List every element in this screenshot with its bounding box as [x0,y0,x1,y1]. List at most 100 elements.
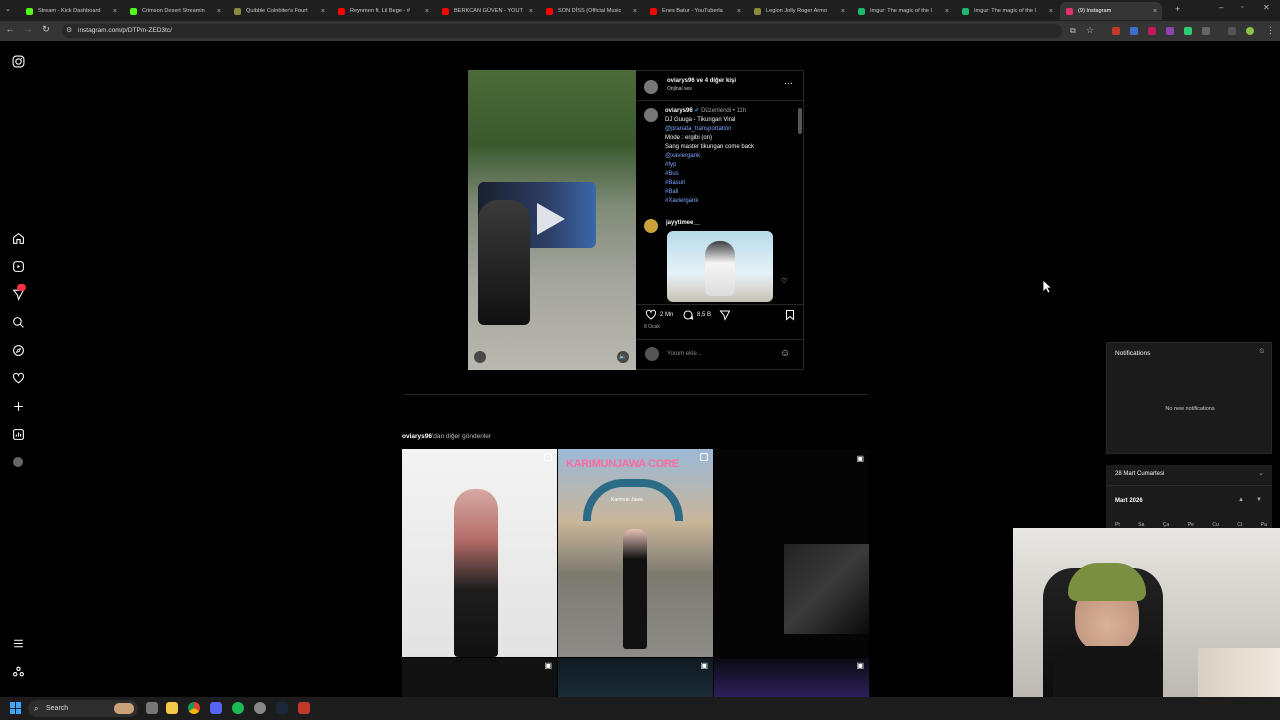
likes-count[interactable]: 2 Mn [660,311,673,320]
save-bookmark-icon[interactable] [784,308,796,326]
browser-tab[interactable]: SON DİSS (Official Music × [540,2,642,20]
share-icon[interactable] [719,308,731,326]
browser-tab[interactable]: Reynmen ft. Lil Bege - # × [332,2,434,20]
back-icon[interactable]: ← [4,24,16,34]
more-menu-icon[interactable] [11,637,25,651]
browser-tab[interactable]: (9) Instagram × [1060,2,1162,20]
forward-icon[interactable]: → [22,24,34,34]
tab-list-chevron-icon[interactable]: ⌄ [5,5,11,13]
tab-close-icon[interactable]: × [1153,8,1157,15]
grid-post[interactable]: ▣ [402,658,557,697]
tab-close-icon[interactable]: × [737,8,741,15]
collapse-chevron-icon[interactable]: ⌄ [1258,469,1264,477]
caption-user[interactable]: oviarys96 [665,108,693,114]
tag-user-icon[interactable] [474,351,486,363]
post-author-avatar[interactable] [644,80,658,94]
reel-icon[interactable]: ▣ [856,454,864,463]
browser-tab[interactable]: Imgur: The magic of the I × [956,2,1058,20]
home-icon[interactable] [11,232,25,246]
bookmark-star-icon[interactable]: ☆ [1086,25,1094,36]
install-app-icon[interactable]: ⧉ [1070,26,1076,36]
reels-icon[interactable] [11,260,25,274]
commenter-avatar[interactable] [644,219,658,233]
game-app-icon[interactable] [298,702,310,714]
more-options-icon[interactable]: ⋯ [784,78,793,89]
grid-post[interactable]: KARIMUNJAWA CORE Karimun Jawa [558,449,713,657]
discord-icon[interactable] [210,702,222,714]
tab-close-icon[interactable]: × [841,8,845,15]
browser-tab[interactable]: BERKCAN GÜVEN - YOUT × [436,2,538,20]
extension-icon[interactable] [1112,27,1120,35]
tab-close-icon[interactable]: × [529,8,533,15]
more-posts-user[interactable]: oviarys96 [402,433,432,440]
mute-icon[interactable]: 🔈 [617,351,629,363]
comments-count[interactable]: 8,5 B [697,311,711,320]
extension-icon[interactable] [1202,27,1210,35]
url-field[interactable]: ⚙ instagram.com/p/DTPm-ZED3tc/ [62,24,1062,38]
explore-icon[interactable] [11,344,25,358]
spotify-icon[interactable] [232,702,244,714]
tab-close-icon[interactable]: × [425,8,429,15]
new-tab-icon[interactable]: + [1175,4,1180,14]
previous-month-icon[interactable]: ▲ [1238,497,1244,503]
messages-icon[interactable] [11,284,26,302]
caption-link[interactable]: #Xaviergank [665,197,795,206]
play-icon[interactable] [537,203,565,235]
comment-input[interactable]: Yorum ekle... [667,351,777,357]
site-info-icon[interactable]: ⚙ [66,24,72,38]
caption-link[interactable]: #fyp [665,161,795,170]
dashboard-icon[interactable] [11,428,25,442]
close-window-icon[interactable]: ✕ [1263,3,1270,12]
browser-tab[interactable]: Stream - Kick Dashboard × [20,2,122,20]
comment-icon[interactable] [682,308,694,326]
notifications-heart-icon[interactable] [11,372,25,386]
caption-link[interactable]: @pranata_transportation [665,125,795,134]
extension-icon[interactable] [1130,27,1138,35]
comments-scrollbar[interactable] [798,108,802,134]
file-explorer-icon[interactable] [166,702,178,714]
comment-like-icon[interactable]: ♡ [781,277,787,285]
caption-avatar[interactable] [644,108,658,122]
extension-icon[interactable] [1148,27,1156,35]
instagram-logo-icon[interactable] [11,55,25,69]
do-not-disturb-icon[interactable]: ⍉ [1260,348,1264,356]
threads-icon[interactable] [11,665,25,679]
maximize-icon[interactable]: ▫ [1241,4,1243,11]
next-month-icon[interactable]: ▼ [1256,497,1262,503]
caption-link[interactable]: @xaviergank [665,152,795,161]
tab-close-icon[interactable]: × [321,8,325,15]
create-icon[interactable] [11,400,25,414]
tab-close-icon[interactable]: × [945,8,949,15]
task-view-icon[interactable] [146,702,158,714]
comment-user[interactable]: jayytimee__ [666,219,700,228]
extension-icon[interactable] [1184,27,1192,35]
caption-link[interactable]: #Basuri [665,179,795,188]
grid-post[interactable]: ▣ [558,658,713,697]
tab-close-icon[interactable]: × [113,8,117,15]
browser-tab[interactable]: Quibble Colnbiter's Fourt × [228,2,330,20]
caption-link[interactable]: #Bali [665,188,795,197]
browser-tab[interactable]: Imgur: The magic of the I × [852,2,954,20]
browser-tab[interactable]: Enes Batur - YouTuberla × [644,2,746,20]
post-header-user[interactable]: oviarys96 ve 4 diğer kişi [667,77,736,86]
steam-icon[interactable] [276,702,288,714]
windows-start-icon[interactable] [10,702,22,714]
profile-avatar[interactable] [1246,27,1254,35]
tab-close-icon[interactable]: × [1049,8,1053,15]
chrome-icon[interactable] [188,702,200,714]
browser-tab[interactable]: Legion Jolly Roger Armo × [748,2,850,20]
browser-tab[interactable]: Crimson Desert Streamin × [124,2,226,20]
extensions-puzzle-icon[interactable] [1228,27,1236,35]
settings-app-icon[interactable] [254,702,266,714]
taskbar-search[interactable]: ⌕ Search [28,700,138,717]
grid-post[interactable]: ▣ [714,449,869,657]
minimize-icon[interactable]: – [1219,3,1223,12]
search-icon[interactable] [11,316,25,330]
grid-post[interactable] [402,449,557,657]
grid-post[interactable]: ▣ [714,658,869,697]
tab-close-icon[interactable]: × [633,8,637,15]
tab-close-icon[interactable]: × [217,8,221,15]
reload-icon[interactable]: ↻ [40,24,52,35]
extension-icon[interactable] [1166,27,1174,35]
profile-avatar[interactable] [11,456,25,470]
